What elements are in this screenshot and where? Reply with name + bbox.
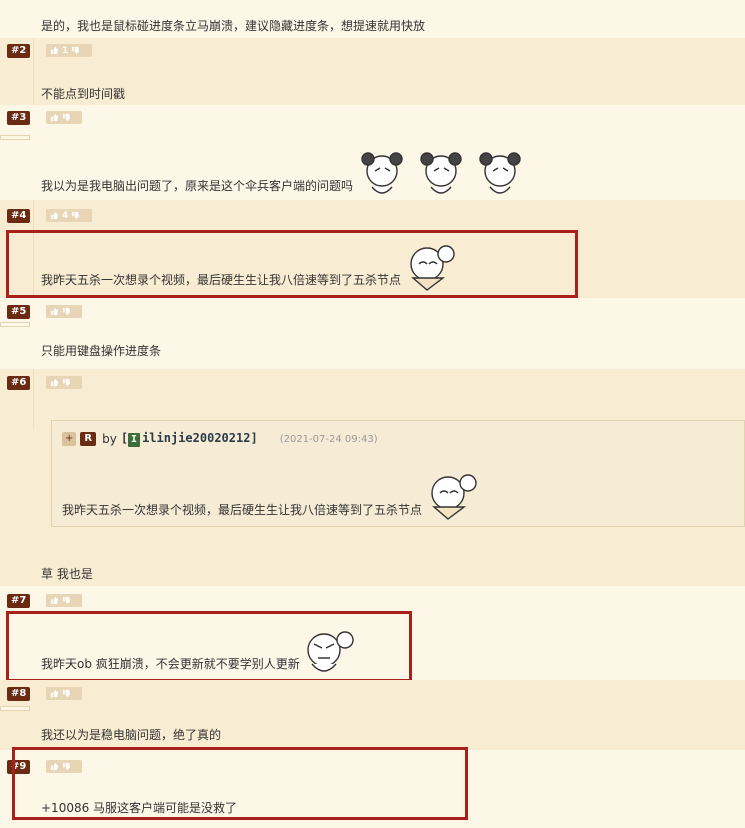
thumbs-down-icon[interactable] [62,689,71,698]
highlight-box [6,230,578,298]
vote-buttons[interactable] [46,111,82,124]
like-count: 1 [62,45,69,56]
anime-sticker-icon [431,474,477,520]
post-1-text: 是的，我也是鼠标碰进度条立马崩溃，建议隐藏进度条，想提速就用快放 [41,19,426,33]
floor-badge[interactable]: #2 [7,44,31,58]
collapsed-marker [0,135,30,140]
floor-badge[interactable]: #5 [7,305,31,319]
vote-buttons[interactable] [46,594,82,607]
post-text: 草 我也是 [41,567,93,581]
quote-block: + R by [Iilinjie20020212] (2021-07-24 09… [51,420,745,527]
quote-text: 我昨天五杀一次想录个视频，最后硬生生让我八倍速等到了五杀节点 [62,503,423,517]
vote-buttons[interactable]: 1 [46,44,92,57]
post-3: #3 我以为是我电脑出问题了，原来是这个伞兵客户端的问题吗 [0,105,745,200]
forum-thread: 是的，我也是鼠标碰进度条立马崩溃，建议隐藏进度条，想提速就用快放 #2 1 不能… [0,0,745,828]
post-2: #2 1 不能点到时间戳 [0,38,745,105]
thumbs-down-icon[interactable] [71,211,80,220]
floor-badge[interactable]: #4 [7,209,31,223]
thumbs-down-icon[interactable] [62,378,71,387]
thumbs-down-icon[interactable] [62,113,71,122]
floor-badge[interactable]: #7 [7,594,31,608]
highlight-box [6,611,412,682]
collapsed-marker [0,706,30,711]
thumbs-up-icon[interactable] [50,307,59,316]
post-text: 不能点到时间戳 [41,87,126,101]
post-5: #5 只能用键盘操作进度条 [0,298,745,369]
post-text: 我以为是我电脑出问题了，原来是这个伞兵客户端的问题吗 [41,179,354,193]
vote-buttons[interactable] [46,687,82,700]
highlight-box [12,747,468,820]
user-level-badge: I [128,433,141,447]
quote-user-link[interactable]: [Iilinjie20020212] [121,431,258,447]
vote-buttons[interactable] [46,305,82,318]
collapsed-marker [0,322,30,327]
post-8: #8 我还以为是稳电脑问题，绝了真的 [0,680,745,750]
floor-badge[interactable]: #8 [7,687,31,701]
post-text: 只能用键盘操作进度条 [41,344,162,358]
thumbs-up-icon[interactable] [50,46,59,55]
vote-buttons[interactable]: 4 [46,209,92,222]
thumbs-up-icon[interactable] [50,596,59,605]
floor-badge[interactable]: #6 [7,376,31,390]
thumbs-down-icon[interactable] [71,46,80,55]
floor-badge[interactable]: #3 [7,111,31,125]
vote-buttons[interactable] [46,376,82,389]
quote-timestamp: (2021-07-24 09:43) [279,433,378,445]
thumbs-up-icon[interactable] [50,689,59,698]
thumbs-down-icon[interactable] [62,596,71,605]
like-count: 4 [62,210,69,221]
post-1: 是的，我也是鼠标碰进度条立马崩溃，建议隐藏进度条，想提速就用快放 [0,0,745,38]
quote-header: + R by [Iilinjie20020212] (2021-07-24 09… [62,431,378,447]
thumbs-down-icon[interactable] [62,307,71,316]
reply-tag[interactable]: R [80,432,97,446]
quote-username[interactable]: ilinjie20020212 [142,431,250,445]
anime-sticker-icon [361,152,521,194]
quote-expand-button[interactable]: + [62,432,77,446]
thumbs-up-icon[interactable] [50,113,59,122]
thumbs-up-icon[interactable] [50,378,59,387]
thumbs-up-icon[interactable] [50,211,59,220]
post-text: 我还以为是稳电脑问题，绝了真的 [41,728,222,742]
quote-by-label: by [102,432,117,446]
